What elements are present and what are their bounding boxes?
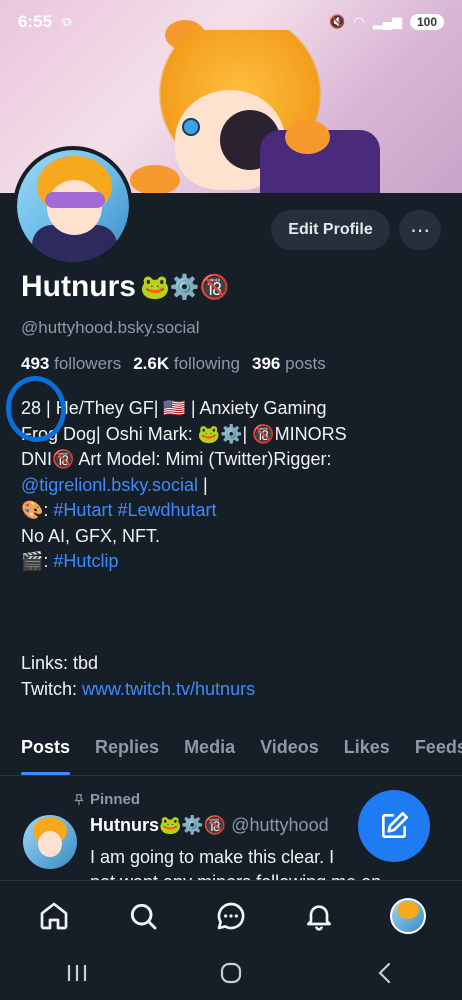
nav-search-button[interactable] <box>123 896 163 936</box>
banner-sprite <box>130 165 180 193</box>
nav-home-button[interactable] <box>34 896 74 936</box>
twitch-link[interactable]: www.twitch.tv/hutnurs <box>82 679 255 699</box>
tab-videos[interactable]: Videos <box>260 725 319 775</box>
signal-icon: ▂▄▆ <box>372 14 402 29</box>
bio-line: @tigrelionl.bsky.social | <box>21 473 451 499</box>
status-time: 6:55 <box>18 12 53 31</box>
nav-profile-avatar <box>389 897 426 934</box>
home-circle-icon <box>220 962 242 983</box>
recent-apps-button[interactable] <box>64 962 90 989</box>
recent-apps-icon <box>67 964 87 981</box>
more-options-button[interactable]: ⋯ <box>399 210 441 250</box>
tab-replies[interactable]: Replies <box>95 725 159 775</box>
bio-mention-link[interactable]: @tigrelionl.bsky.social <box>21 475 198 495</box>
pinned-label: Pinned <box>90 791 141 808</box>
bottom-navigation <box>0 880 462 950</box>
bio-text: 🎬: <box>21 551 54 571</box>
compose-icon <box>382 812 408 838</box>
profile-tabs: Posts Replies Media Videos Likes Feeds <box>0 725 462 776</box>
bio-line: 🎬: #Hutclip <box>21 549 451 575</box>
bio-text: | <box>198 474 208 495</box>
followers-count: 493 <box>21 354 50 373</box>
following-count: 2.6K <box>133 354 170 373</box>
status-icons: 🔇 ◠ ▂▄▆ 100 <box>329 14 444 30</box>
followers-label: followers <box>54 354 122 373</box>
display-name-text: Hutnurs <box>21 270 136 303</box>
post-handle[interactable]: @huttyhood <box>231 815 328 835</box>
hashtag-link[interactable]: #Hutart <box>53 500 112 520</box>
following-stat[interactable]: 2.6K following <box>133 354 240 374</box>
mute-icon: 🔇 <box>329 14 346 29</box>
edit-profile-button[interactable]: Edit Profile <box>271 210 390 250</box>
tab-likes[interactable]: Likes <box>344 725 390 775</box>
wifi-icon: ◠ <box>353 14 365 29</box>
post-author-avatar[interactable] <box>23 815 77 869</box>
display-name-emojis: 🐸⚙️🔞 <box>140 273 230 301</box>
bio-line: 28 | He/They GF| 🇺🇸 | Anxiety Gaming <box>21 398 327 418</box>
back-arrow-icon <box>378 962 391 983</box>
post-author[interactable]: Hutnurs🐸⚙️🔞 <box>90 815 226 835</box>
nav-notifications-button[interactable] <box>299 896 339 936</box>
bio-line: DNI🔞 Art Model: Mimi (Twitter)Rigger: <box>21 449 332 469</box>
links-line: Links: tbd <box>21 653 99 673</box>
banner-eye <box>182 118 200 136</box>
posts-stat: 396 posts <box>252 354 326 374</box>
nav-profile-button[interactable] <box>388 896 428 936</box>
bio-line: Frog Dog| Oshi Mark: 🐸⚙️| 🔞MINORS <box>21 423 347 444</box>
display-name: Hutnurs 🐸⚙️🔞 <box>21 270 230 304</box>
pinned-indicator: Pinned <box>72 791 140 808</box>
nav-chat-button[interactable] <box>211 896 251 936</box>
followers-stat[interactable]: 493 followers <box>21 354 121 374</box>
screenshot-icon: ⧉ <box>62 14 72 29</box>
status-bar: 6:55 ⧉ 🔇 ◠ ▂▄▆ 100 <box>0 0 462 44</box>
hashtag-link[interactable]: #Hutclip <box>53 551 118 571</box>
following-label: following <box>173 354 241 373</box>
twitch-line: Twitch: www.twitch.tv/hutnurs <box>21 677 255 703</box>
profile-bio: 28 | He/They GF| 🇺🇸 | Anxiety Gaming Fro… <box>21 396 451 575</box>
twitch-label: Twitch: <box>21 678 83 699</box>
posts-label: posts <box>285 354 326 373</box>
post-avatar-face <box>38 831 62 857</box>
nav-avatar-hair <box>396 900 419 919</box>
hashtag-link[interactable]: #Lewdhutart <box>117 500 216 520</box>
tab-media[interactable]: Media <box>184 725 235 775</box>
profile-avatar[interactable] <box>13 146 133 266</box>
pin-icon <box>74 793 84 805</box>
home-system-button[interactable] <box>218 960 244 991</box>
bio-line: 🎨: #Hutart #Lewdhutart <box>21 498 451 524</box>
back-system-button[interactable] <box>372 960 398 991</box>
chat-icon <box>217 902 245 929</box>
system-navigation-bar <box>0 950 462 1000</box>
bio-line: No AI, GFX, NFT. <box>21 525 161 546</box>
avatar-glasses <box>45 192 105 208</box>
banner-sprite <box>285 120 330 154</box>
profile-stats: 493 followers 2.6K following 396 posts <box>21 354 326 374</box>
tab-posts[interactable]: Posts <box>21 725 71 775</box>
profile-handle: @huttyhood.bsky.social <box>21 318 200 337</box>
posts-count: 396 <box>252 354 281 373</box>
profile-links: Links: tbd Twitch: www.twitch.tv/hutnurs <box>21 651 255 702</box>
search-icon <box>130 903 157 929</box>
bell-icon <box>307 904 332 931</box>
battery-indicator: 100 <box>409 14 444 30</box>
compose-post-button[interactable] <box>358 790 430 862</box>
bio-text: 🎨: <box>21 500 54 520</box>
avatar-image <box>17 150 129 262</box>
tab-feeds[interactable]: Feeds <box>415 725 462 775</box>
home-icon <box>40 902 68 929</box>
